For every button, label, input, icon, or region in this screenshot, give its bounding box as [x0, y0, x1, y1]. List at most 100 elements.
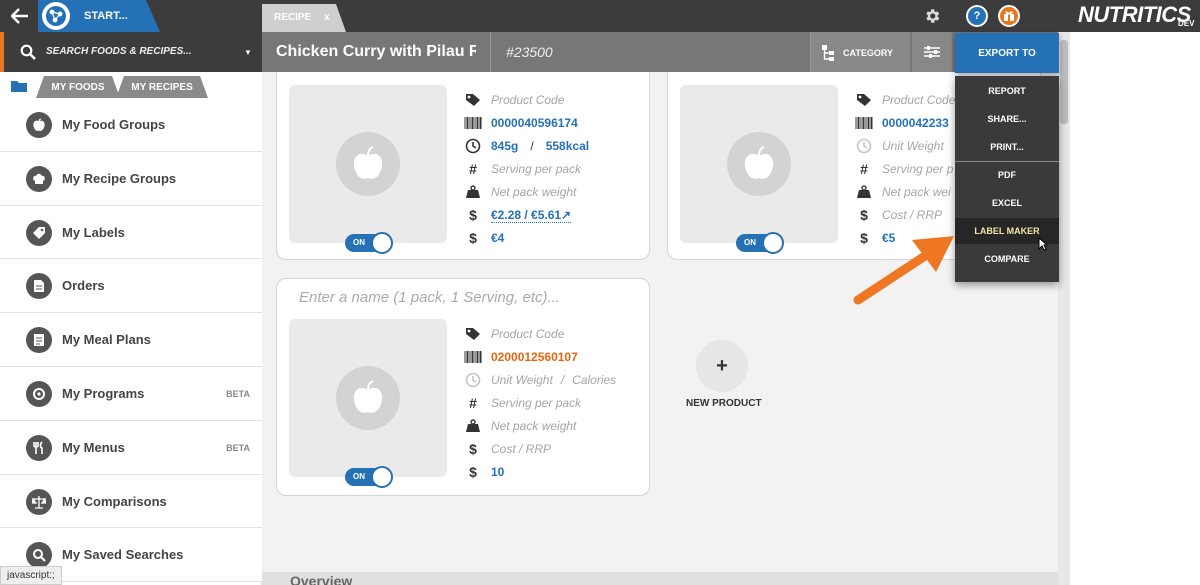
cost-value[interactable]: €2.28 / €5.61↗ — [491, 208, 572, 223]
help-button[interactable]: ? — [966, 5, 988, 27]
product-image[interactable] — [289, 85, 447, 243]
tab-recipe-label: RECIPE — [274, 12, 312, 23]
barcode-row[interactable]: 0000040596174 — [463, 114, 578, 132]
gift-button[interactable] — [998, 5, 1020, 27]
barcode-icon — [854, 117, 874, 129]
barcode-row[interactable]: 0200012560107 — [463, 348, 578, 366]
sidebar-item-my-meal-plans[interactable]: My Meal Plans — [0, 313, 262, 367]
document-icon — [26, 273, 52, 300]
weight-icon — [463, 419, 483, 433]
product-image[interactable] — [289, 319, 447, 477]
overview-section[interactable]: Overview — [262, 572, 1070, 585]
cutlery-icon — [26, 434, 52, 461]
dollar-icon: $ — [469, 441, 477, 457]
food-search[interactable]: SEARCH FOODS & RECIPES... ▼ — [0, 32, 262, 72]
new-product-button[interactable]: + — [696, 340, 748, 392]
tab-close-icon[interactable]: x — [324, 12, 330, 23]
clock-icon — [463, 372, 483, 388]
apple-icon — [26, 112, 52, 138]
dollar-icon: $ — [860, 207, 868, 223]
help-icon: ? — [968, 7, 986, 25]
net-weight-row[interactable]: Net pack wei — [854, 183, 951, 201]
calories-value: 558kcal — [545, 139, 590, 153]
net-pack-weight-label: Net pack weight — [491, 185, 577, 199]
category-label: CATEGORY — [843, 48, 894, 58]
net-weight-row[interactable]: Net pack weight — [463, 417, 576, 435]
barcode-icon — [463, 117, 483, 129]
toggle-knob — [371, 232, 393, 254]
start-tab[interactable]: START... — [38, 0, 160, 32]
search-input[interactable]: SEARCH FOODS & RECIPES... — [46, 46, 192, 57]
scrollbar-thumb[interactable] — [1060, 40, 1068, 124]
product-code-label: Product Code — [491, 93, 565, 107]
recipe-title[interactable]: Chicken Curry with Pilau R — [276, 43, 476, 61]
product-toggle[interactable]: ON — [345, 466, 393, 488]
sidebar-item-label: My Comparisons — [62, 493, 167, 509]
unit-weight-label: Unit Weight — [491, 373, 553, 387]
export-report[interactable]: REPORT — [955, 78, 1059, 104]
sidebar-item-my-menus[interactable]: My Menus BETA — [0, 420, 262, 475]
sidebar-item-my-programs[interactable]: My Programs BETA — [0, 366, 262, 421]
export-excel[interactable]: EXCEL — [955, 190, 1059, 216]
serving-row[interactable]: # Serving per p — [854, 160, 953, 178]
sidebar-item-my-recipe-groups[interactable]: My Recipe Groups — [0, 151, 262, 206]
export-share[interactable]: SHARE... — [955, 106, 1059, 132]
product-code-label: Product Code — [491, 327, 565, 341]
tab-folders[interactable] — [0, 74, 38, 98]
sidebar-item-my-labels[interactable]: My Labels — [0, 205, 262, 260]
product-toggle[interactable]: ON — [345, 232, 393, 254]
weight-icon — [854, 185, 874, 199]
export-pdf[interactable]: PDF — [955, 162, 1059, 188]
barcode-value: 0000040596174 — [491, 116, 578, 130]
start-label: START... — [84, 10, 128, 22]
export-to-button[interactable]: EXPORT TO — [955, 33, 1059, 73]
cost-row[interactable]: $ Cost / RRP — [463, 440, 551, 458]
toggle-label: ON — [353, 238, 365, 247]
filter-button[interactable] — [912, 32, 952, 72]
label-icon — [26, 219, 52, 246]
rrp-value: 10 — [491, 465, 505, 479]
serving-row[interactable]: # Serving per pack — [463, 160, 581, 178]
toggle-knob — [371, 466, 393, 488]
product-code-row[interactable]: Product Code — [463, 91, 564, 109]
new-product-label[interactable]: NEW PRODUCT — [686, 398, 762, 409]
product-image[interactable] — [680, 85, 838, 243]
tab-recipe[interactable]: RECIPE x — [262, 4, 346, 32]
toggle-label: ON — [353, 472, 365, 481]
cost-row[interactable]: $ Cost / RRP — [854, 206, 942, 224]
product-toggle[interactable]: ON — [736, 232, 784, 254]
tab-my-foods[interactable]: MY FOODS — [36, 76, 120, 98]
chevron-down-icon[interactable]: ▼ — [244, 48, 252, 57]
barcode-input[interactable]: 0200012560107 — [491, 350, 578, 364]
category-button[interactable]: CATEGORY — [810, 32, 910, 72]
sidebar-item-label: My Saved Searches — [62, 547, 184, 563]
value-separator: / — [530, 139, 534, 153]
scales-icon — [26, 488, 52, 515]
sidebar-item-my-comparisons[interactable]: My Comparisons — [0, 474, 262, 529]
export-print[interactable]: PRINT... — [955, 134, 1059, 160]
settings-button[interactable] — [914, 4, 950, 28]
cost-row[interactable]: $ €2.28 / €5.61↗ — [463, 206, 572, 224]
unit-weight-row[interactable]: Unit Weight — [854, 137, 944, 155]
rrp-row[interactable]: $ €4 — [463, 229, 504, 247]
sidebar-item-orders[interactable]: Orders — [0, 259, 262, 314]
product-code-row[interactable]: Product Code — [854, 91, 955, 109]
tag-icon — [463, 93, 483, 107]
net-weight-row[interactable]: Net pack weight — [463, 183, 576, 201]
sidebar-item-my-food-groups[interactable]: My Food Groups — [0, 98, 262, 152]
barcode-row[interactable]: 0000042233 — [854, 114, 949, 132]
tab-my-recipes[interactable]: MY RECIPES — [116, 76, 208, 98]
product-name-input[interactable] — [299, 289, 629, 306]
unit-weight-row[interactable]: 845g / 558kcal — [463, 137, 589, 155]
sidebar-item-label: My Labels — [62, 224, 125, 240]
net-pack-weight-label: Net pack wei — [882, 185, 951, 199]
apple-placeholder-icon — [727, 132, 791, 196]
sidebar-item-label: My Recipe Groups — [62, 170, 177, 186]
rrp-row[interactable]: $ 10 — [463, 463, 504, 481]
back-button[interactable] — [0, 0, 40, 32]
serving-row[interactable]: # Serving per pack — [463, 394, 581, 412]
product-code-row[interactable]: Product Code — [463, 325, 564, 343]
beta-badge: BETA — [226, 442, 250, 453]
unit-weight-row[interactable]: Unit Weight / Calories — [463, 371, 616, 389]
page-margin — [1070, 32, 1200, 585]
